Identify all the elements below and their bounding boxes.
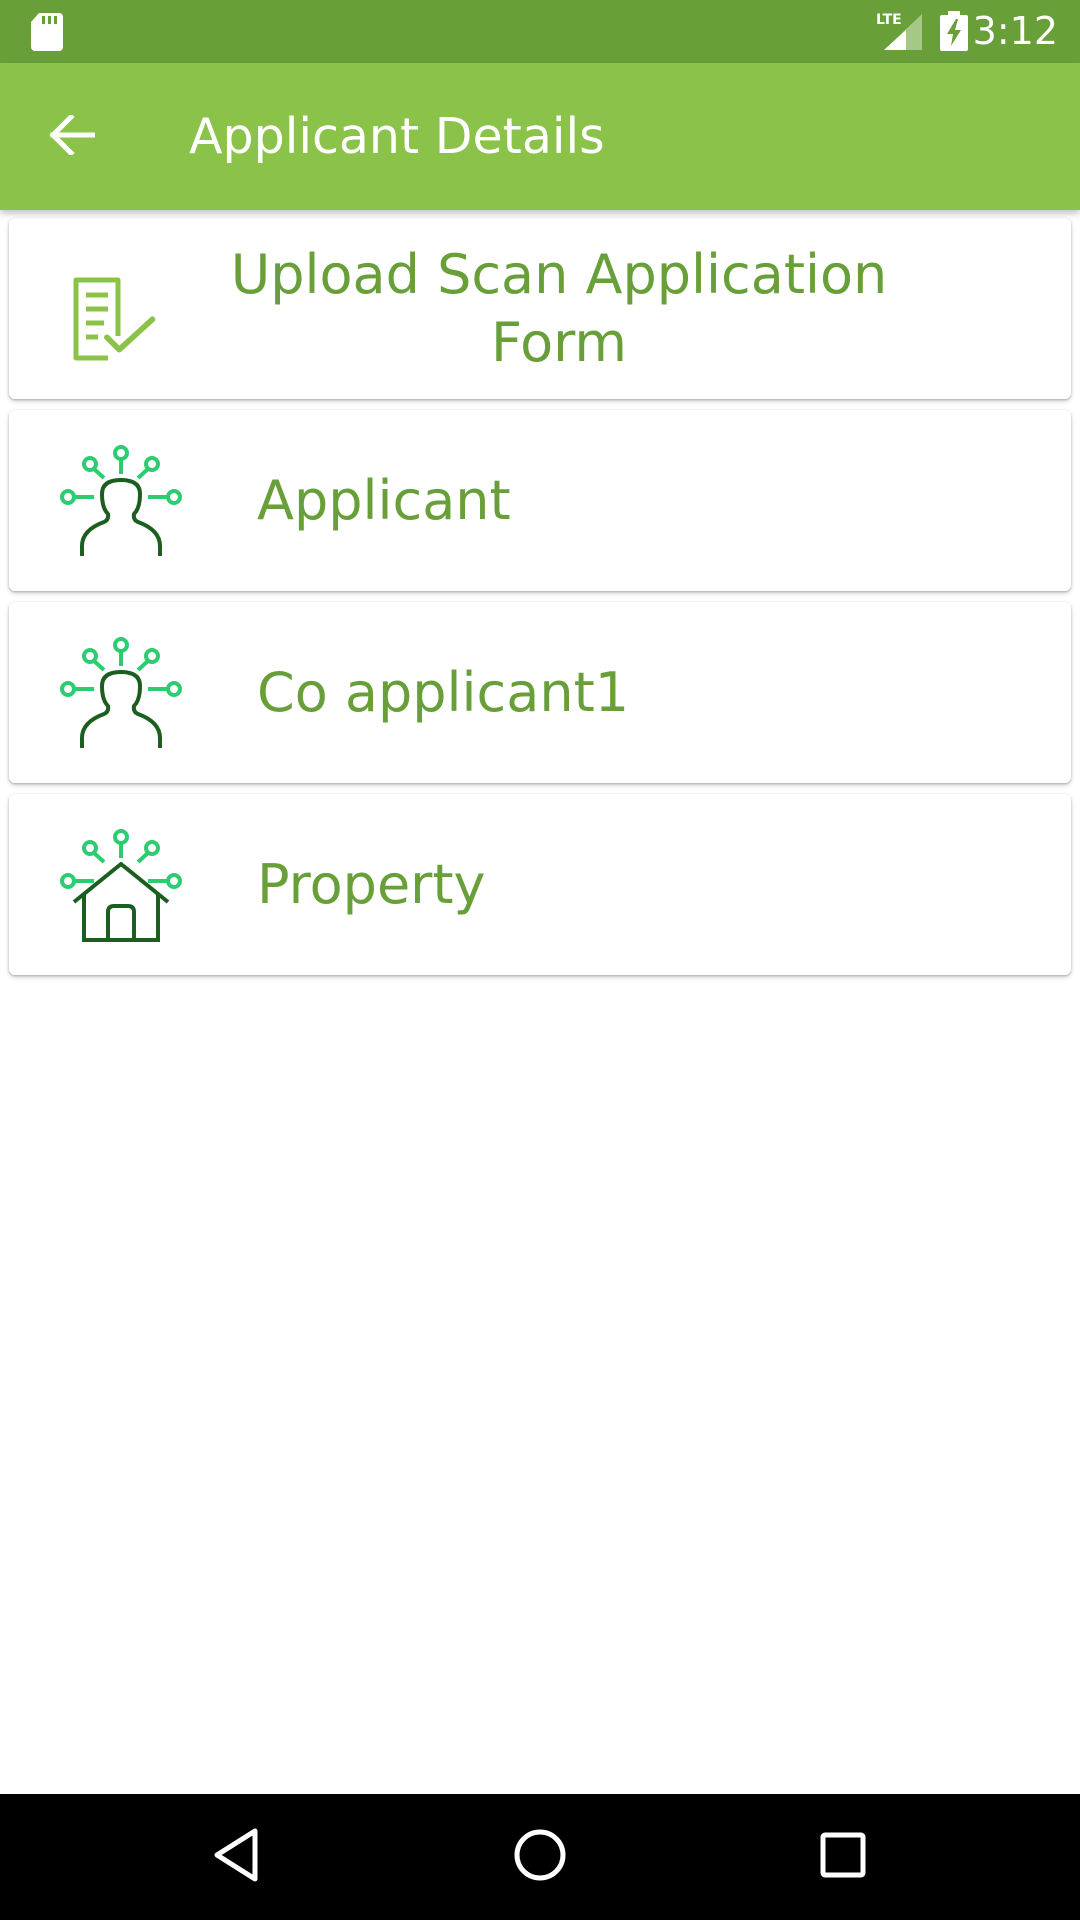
menu-item-label: Upload Scan Application Form — [230, 242, 888, 374]
signal-icon: LTE — [876, 10, 922, 56]
sd-card-icon — [31, 13, 63, 55]
nav-home-button[interactable] — [500, 1817, 580, 1897]
menu-item-upload-scan[interactable]: Upload Scan Application Form — [9, 218, 1071, 399]
menu-item-label: Applicant — [257, 469, 511, 532]
status-time: 3:12 — [972, 9, 1058, 53]
nav-back-button[interactable] — [196, 1817, 276, 1897]
document-check-icon — [56, 248, 186, 370]
lte-label: LTE — [876, 12, 902, 28]
menu-item-label: Property — [257, 853, 486, 916]
nav-recents-button[interactable] — [803, 1817, 883, 1897]
battery-charging-icon — [940, 11, 968, 55]
menu-item-property[interactable]: Property — [9, 794, 1071, 975]
menu-item-co-applicant1[interactable]: Co applicant1 — [9, 602, 1071, 783]
house-network-icon — [56, 824, 186, 946]
app-bar: Applicant Details — [0, 63, 1080, 210]
back-triangle-icon — [211, 1827, 261, 1887]
menu-item-label: Co applicant1 — [257, 661, 630, 724]
nav-bar — [0, 1794, 1080, 1920]
status-bar: LTE 3:12 — [0, 0, 1080, 63]
back-button[interactable] — [34, 99, 110, 175]
page-title: Applicant Details — [189, 108, 605, 165]
person-network-icon — [56, 632, 186, 754]
home-circle-icon — [513, 1828, 567, 1886]
recents-square-icon — [819, 1831, 867, 1883]
person-network-icon — [56, 440, 186, 562]
menu-item-applicant[interactable]: Applicant — [9, 410, 1071, 591]
screen: LTE 3:12 Applicant Details Upload Scan A… — [0, 0, 1080, 1920]
arrow-left-icon — [49, 113, 96, 159]
